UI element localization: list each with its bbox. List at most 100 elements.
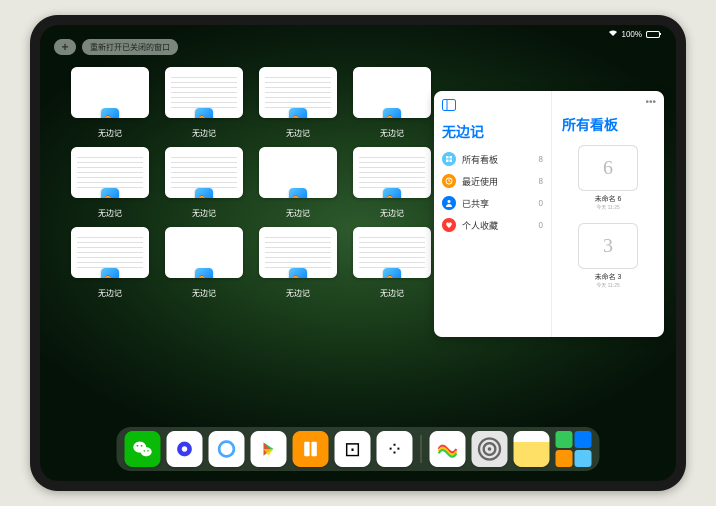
freeform-icon bbox=[289, 108, 307, 118]
window-item[interactable]: 无边记 bbox=[352, 147, 432, 219]
grid-icon bbox=[442, 152, 456, 166]
window-item[interactable]: 无边记 bbox=[70, 67, 150, 139]
sidebar-toggle-icon[interactable] bbox=[442, 99, 543, 114]
screen: 100% + 重新打开已关闭的窗口 无边记无边记无边记无边记无边记无边记无边记无… bbox=[40, 25, 676, 481]
window-item[interactable]: 无边记 bbox=[352, 67, 432, 139]
window-label: 无边记 bbox=[286, 128, 310, 139]
board-timestamp: 今天 11:25 bbox=[596, 282, 620, 289]
category-count: 0 bbox=[539, 221, 543, 230]
window-item[interactable]: 无边记 bbox=[352, 227, 432, 299]
category-person[interactable]: 已共享 0 bbox=[442, 196, 543, 210]
freeform-icon bbox=[383, 188, 401, 198]
dock-app-wechat[interactable] bbox=[125, 431, 161, 467]
window-label: 无边记 bbox=[98, 288, 122, 299]
board-item[interactable]: 6 未命名 6今天 11:25 bbox=[562, 145, 654, 211]
window-thumbnail[interactable] bbox=[259, 67, 337, 118]
wifi-icon bbox=[608, 29, 618, 39]
reopen-closed-button[interactable]: 重新打开已关闭的窗口 bbox=[82, 39, 178, 55]
freeform-icon bbox=[101, 188, 119, 198]
status-bar: 100% bbox=[608, 29, 660, 39]
dock: ⊡⁘ bbox=[117, 427, 600, 471]
board-thumbnail: 3 bbox=[578, 223, 638, 269]
freeform-icon bbox=[383, 268, 401, 278]
window-thumbnail[interactable] bbox=[353, 147, 431, 198]
category-count: 8 bbox=[539, 177, 543, 186]
category-label: 已共享 bbox=[462, 197, 489, 210]
window-item[interactable]: 无边记 bbox=[70, 227, 150, 299]
category-label: 所有看板 bbox=[462, 153, 498, 166]
panel-content: 所有看板 6未命名 6今天 11:253未命名 3今天 11:25 bbox=[552, 91, 664, 337]
window-label: 无边记 bbox=[192, 208, 216, 219]
freeform-icon bbox=[195, 108, 213, 118]
battery-icon bbox=[646, 31, 660, 38]
window-thumbnail[interactable] bbox=[259, 147, 337, 198]
board-item[interactable]: 3 未命名 3今天 11:25 bbox=[562, 223, 654, 289]
window-label: 无边记 bbox=[380, 208, 404, 219]
dock-app-library[interactable] bbox=[556, 431, 592, 467]
window-item[interactable]: 无边记 bbox=[164, 147, 244, 219]
board-name: 未命名 3 bbox=[595, 272, 622, 282]
window-item[interactable]: 无边记 bbox=[164, 227, 244, 299]
dock-app-freeform[interactable] bbox=[430, 431, 466, 467]
window-thumbnail[interactable] bbox=[165, 147, 243, 198]
window-thumbnail[interactable] bbox=[353, 227, 431, 278]
window-label: 无边记 bbox=[98, 208, 122, 219]
dock-app-settings[interactable] bbox=[472, 431, 508, 467]
window-label: 无边记 bbox=[286, 208, 310, 219]
dock-separator bbox=[421, 435, 422, 463]
category-count: 8 bbox=[539, 155, 543, 164]
add-window-button[interactable]: + bbox=[54, 39, 76, 55]
person-icon bbox=[442, 196, 456, 210]
category-clock[interactable]: 最近使用 8 bbox=[442, 174, 543, 188]
board-name: 未命名 6 bbox=[595, 194, 622, 204]
dock-app-notes[interactable] bbox=[514, 431, 550, 467]
window-label: 无边记 bbox=[192, 288, 216, 299]
window-label: 无边记 bbox=[98, 128, 122, 139]
freeform-icon bbox=[195, 188, 213, 198]
dock-app-books[interactable] bbox=[293, 431, 329, 467]
battery-percent: 100% bbox=[622, 30, 642, 39]
window-thumbnail[interactable] bbox=[353, 67, 431, 118]
dock-app-dice[interactable]: ⊡ bbox=[335, 431, 371, 467]
window-item[interactable]: 无边记 bbox=[164, 67, 244, 139]
category-label: 个人收藏 bbox=[462, 219, 498, 232]
app-switcher-grid: 无边记无边记无边记无边记无边记无边记无边记无边记无边记无边记无边记无边记 bbox=[70, 67, 432, 299]
heart-icon bbox=[442, 218, 456, 232]
category-grid[interactable]: 所有看板 8 bbox=[442, 152, 543, 166]
more-icon[interactable]: ••• bbox=[645, 97, 656, 108]
window-label: 无边记 bbox=[286, 288, 310, 299]
window-thumbnail[interactable] bbox=[71, 67, 149, 118]
window-thumbnail[interactable] bbox=[71, 227, 149, 278]
ipad-frame: 100% + 重新打开已关闭的窗口 无边记无边记无边记无边记无边记无边记无边记无… bbox=[30, 15, 686, 491]
freeform-icon bbox=[289, 268, 307, 278]
panel-left-title: 无边记 bbox=[442, 122, 543, 142]
window-label: 无边记 bbox=[192, 128, 216, 139]
freeform-icon bbox=[289, 188, 307, 198]
clock-icon bbox=[442, 174, 456, 188]
panel-right-title: 所有看板 bbox=[562, 115, 654, 135]
freeform-icon bbox=[101, 268, 119, 278]
board-thumbnail: 6 bbox=[578, 145, 638, 191]
category-heart[interactable]: 个人收藏 0 bbox=[442, 218, 543, 232]
freeform-panel[interactable]: ••• 无边记 所有看板8最近使用8已共享0个人收藏0 所有看板 6未命名 6今… bbox=[434, 91, 664, 337]
category-count: 0 bbox=[539, 199, 543, 208]
freeform-icon bbox=[101, 108, 119, 118]
window-item[interactable]: 无边记 bbox=[258, 227, 338, 299]
window-label: 无边记 bbox=[380, 128, 404, 139]
dock-app-play[interactable] bbox=[251, 431, 287, 467]
window-thumbnail[interactable] bbox=[165, 67, 243, 118]
window-thumbnail[interactable] bbox=[259, 227, 337, 278]
window-thumbnail[interactable] bbox=[165, 227, 243, 278]
window-item[interactable]: 无边记 bbox=[70, 147, 150, 219]
window-item[interactable]: 无边记 bbox=[258, 67, 338, 139]
window-item[interactable]: 无边记 bbox=[258, 147, 338, 219]
panel-sidebar: 无边记 所有看板 8 最近使用 8 已共享 0 个人收藏 0 bbox=[434, 91, 552, 337]
board-timestamp: 今天 11:25 bbox=[596, 204, 620, 211]
dock-app-connect[interactable]: ⁘ bbox=[377, 431, 413, 467]
dock-app-quark[interactable] bbox=[209, 431, 245, 467]
freeform-icon bbox=[195, 268, 213, 278]
window-thumbnail[interactable] bbox=[71, 147, 149, 198]
dock-app-quark-hd[interactable] bbox=[167, 431, 203, 467]
top-buttons: + 重新打开已关闭的窗口 bbox=[54, 39, 178, 55]
category-label: 最近使用 bbox=[462, 175, 498, 188]
